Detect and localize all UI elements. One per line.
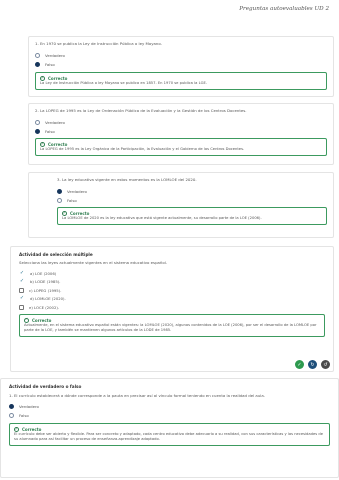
radio-icon[interactable] — [9, 412, 14, 418]
question-text: 1. El currículo establecerá a dónde corr… — [9, 393, 265, 398]
activity-title: Actividad de selección múltiple — [19, 252, 93, 257]
multiple-choice-card: Actividad de selección múltiple Seleccio… — [10, 246, 334, 372]
option-label: Verdadero — [45, 52, 65, 58]
feedback-box: ✓ Correcto La LOMLOE de 2020 es la ley ed… — [57, 207, 327, 225]
feedback-text: La Ley de Instrucción Pública o ley Moya… — [40, 81, 207, 85]
checkmark-icon: ✓ — [19, 269, 25, 276]
feedback-box: ✓ Correcto El currículo debe ser abierto … — [9, 423, 330, 446]
true-false-card: Actividad de verdadero o falso 1. El cur… — [0, 378, 339, 478]
radio-icon[interactable] — [35, 119, 40, 125]
refresh-icon: ↺ — [323, 361, 328, 368]
retry-icon: ↻ — [310, 361, 315, 368]
option-label: a) LOE (2006) — [30, 270, 57, 276]
feedback-text: El currículo debe ser abierto y flexible… — [14, 432, 323, 441]
checkmark-icon: ✓ — [19, 295, 25, 302]
checkbox-option-d[interactable]: ✓ d) LOMLOE (2020). — [19, 295, 325, 304]
feedback-box: ✓ Correcto Actualmente, en el sistema edu… — [19, 313, 325, 337]
question-card-3: 3. La ley educativa vigente en estos mom… — [28, 172, 334, 238]
question-text: 3. La ley educativa vigente en estos mom… — [57, 177, 197, 182]
radio-icon[interactable] — [35, 52, 40, 58]
feedback-box: ✓ Correcto La Ley de Instrucción Pública … — [35, 72, 327, 90]
activity-title: Actividad de verdadero o falso — [9, 384, 82, 389]
option-false[interactable]: Falso — [9, 411, 330, 419]
radio-selected-icon[interactable] — [9, 403, 14, 409]
option-label: Falso — [45, 128, 55, 134]
option-true[interactable]: Verdadero — [35, 51, 327, 59]
option-true[interactable]: Verdadero — [9, 402, 330, 410]
option-false[interactable]: Falso — [35, 60, 327, 68]
checkbox-option-b[interactable]: ✓ b) LODE (1985). — [19, 278, 325, 287]
check-circle-icon: ✓ — [24, 317, 29, 323]
radio-selected-icon[interactable] — [57, 188, 62, 194]
checkmark-icon: ✓ — [19, 278, 25, 285]
option-true[interactable]: Verdadero — [57, 187, 327, 195]
check-icon: ✓ — [297, 361, 302, 368]
question-text: 2. La LOPEG de 1995 es la Ley de Ordenac… — [35, 108, 247, 113]
radio-selected-icon[interactable] — [35, 61, 40, 67]
option-label: c) LOPEG (1995). — [29, 287, 62, 293]
show-solution-button[interactable]: ↺ — [321, 360, 330, 369]
radio-selected-icon[interactable] — [35, 128, 40, 134]
option-true[interactable]: Verdadero — [35, 118, 327, 126]
checkbox-option-a[interactable]: ✓ a) LOE (2006) — [19, 269, 325, 278]
feedback-text: La LOMLOE de 2020 es la ley educativa qu… — [62, 216, 262, 220]
option-label: d) LOMLOE (2020). — [30, 296, 66, 302]
instruction-text: Selecciona las leyes actualmente vigente… — [19, 260, 168, 265]
option-false[interactable]: Falso — [57, 196, 327, 204]
option-label: Verdadero — [19, 403, 39, 409]
question-text: 1. En 1970 se publica la Ley de Instrucc… — [35, 41, 162, 46]
page-title: Preguntas autoevaluables UD 2 — [239, 6, 329, 12]
retry-button[interactable]: ↻ — [308, 360, 317, 369]
option-label: Verdadero — [67, 188, 87, 194]
option-label: Falso — [45, 61, 55, 67]
check-button[interactable]: ✓ — [295, 360, 304, 369]
feedback-title: Correcto — [32, 317, 52, 323]
option-false[interactable]: Falso — [35, 127, 327, 135]
question-card-2: 2. La LOPEG de 1995 es la Ley de Ordenac… — [28, 103, 334, 165]
checkbox-option-c[interactable]: c) LOPEG (1995). — [19, 286, 325, 295]
checkbox-option-e[interactable]: e) LOCE (2002). — [19, 303, 325, 312]
option-label: b) LODE (1985). — [30, 279, 61, 285]
option-label: Falso — [19, 412, 29, 418]
question-card-1: 1. En 1970 se publica la Ley de Instrucc… — [28, 36, 334, 97]
feedback-box: ✓ Correcto La LOPEG de 1995 es la Ley Org… — [35, 138, 327, 156]
feedback-text: Actualmente, en el sistema educativo esp… — [24, 322, 317, 332]
option-label: e) LOCE (2002). — [29, 304, 60, 310]
option-label: Falso — [67, 197, 77, 203]
checkbox-icon[interactable] — [19, 287, 24, 293]
option-label: Verdadero — [45, 119, 65, 125]
radio-icon[interactable] — [57, 197, 62, 203]
checkbox-icon[interactable] — [19, 304, 24, 310]
feedback-text: La LOPEG de 1995 es la Ley Orgánica de l… — [40, 147, 245, 151]
